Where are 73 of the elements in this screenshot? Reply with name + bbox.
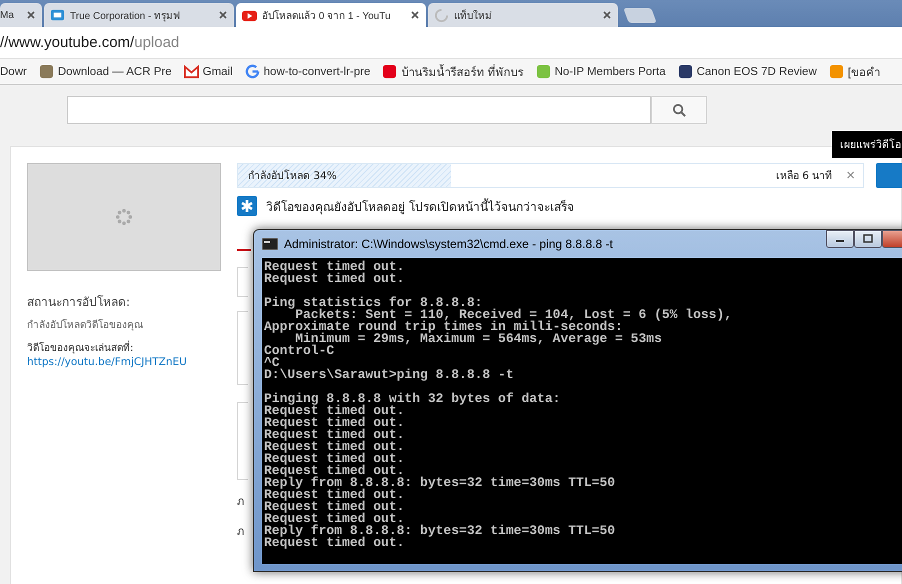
console-line: Request timed out. [264, 261, 406, 273]
console-line: ^C [264, 357, 280, 369]
console-line: Reply from 8.8.8.8: bytes=32 time=30ms TTL=50 [264, 477, 616, 489]
mail-icon [184, 64, 199, 79]
close-icon[interactable] [26, 10, 36, 20]
site-icon [382, 64, 398, 79]
address-field[interactable]: //www.youtube.com/upload [0, 34, 180, 51]
field-label: ภ [237, 494, 244, 510]
asterisk-icon [237, 196, 257, 216]
time-remaining: เหลือ 6 นาที [776, 169, 832, 184]
tooltip: เผยแพร่วิดีโอ [832, 131, 902, 158]
page-icon [50, 8, 65, 22]
browser-tab[interactable]: Ma [0, 3, 42, 27]
minimize-button[interactable] [826, 230, 854, 248]
maximize-button[interactable] [854, 230, 882, 248]
console-line: Request timed out. [264, 537, 406, 549]
video-link[interactable]: https://youtu.be/FmjCJHTZnEU [27, 356, 221, 368]
console-line: Request timed out. [264, 273, 406, 285]
console-line: Request timed out. [264, 453, 406, 465]
new-tab-button[interactable] [623, 8, 657, 23]
close-icon[interactable] [218, 10, 228, 20]
bookmark[interactable]: Canon EOS 7D Review [678, 64, 817, 79]
browser-tab[interactable]: True Corporation - ทรุมฟ [44, 3, 234, 27]
bookmark[interactable]: how-to-convert-lr-pre [244, 64, 370, 79]
letter-g-icon [244, 64, 260, 79]
close-icon[interactable] [602, 10, 612, 20]
bookmark[interactable]: Gmail [184, 64, 233, 79]
console-line: Request timed out. [264, 405, 406, 417]
site-icon [38, 64, 54, 79]
console-line: Request timed out. [264, 429, 406, 441]
bookmark[interactable]: No-IP Members Porta [536, 64, 666, 79]
close-icon[interactable] [410, 10, 420, 20]
notice-text: วิดีโอของคุณยังอัปโหลดอยู่ โปรดเปิดหน้านี้ไว้จนกว่าจะเสร็จ [266, 197, 574, 216]
status-text: กำลังอัปโหลดวิดีโอของคุณ [27, 318, 144, 332]
search-field[interactable] [67, 96, 651, 124]
search-button[interactable] [651, 96, 707, 124]
browser-tab[interactable]: แท็บใหม่ [428, 3, 618, 27]
tags-field[interactable] [237, 402, 248, 480]
console-line: Request timed out. [264, 417, 406, 429]
site-icon [678, 64, 693, 79]
console-line: Reply from 8.8.8.8: bytes=32 time=30ms TTL=50 [264, 525, 616, 537]
console-icon [262, 238, 278, 250]
field-label: ภ [237, 524, 244, 540]
console-line: Packets: Sent = 110, Received = 104, Lost = 6 (5% loss), [295, 309, 734, 321]
site-icon [536, 64, 551, 79]
console-line: D:\Users\Sarawut>ping 8.8.8.8 -t [264, 369, 515, 381]
window-title: Administrator: C:\Windows\system32\cmd.exe - ping 8.8.8.8 -t [284, 237, 613, 251]
progress-label: กำลังอัปโหลด 34% [248, 168, 337, 184]
live-label: วิดีโอของคุณจะเล่นสดที่: [27, 340, 221, 355]
bookmark[interactable]: Dowr [0, 66, 27, 78]
console-line: Approximate round trip times in milli-seconds: [264, 321, 624, 333]
bookmark[interactable]: บ้านริมน้ำรีสอร์ท ที่พักบร [382, 62, 524, 80]
console-line: Ping statistics for 8.8.8.8: [264, 297, 482, 309]
bookmark[interactable]: [ขอคำ [828, 62, 880, 80]
console-line: Control-C [264, 345, 336, 357]
bookmark[interactable]: Download — ACR Pre [38, 64, 172, 79]
loading-icon [434, 8, 449, 22]
status-heading: สถานะการอัปโหลด: [27, 294, 132, 311]
cancel-button[interactable]: × [842, 167, 859, 184]
description-field[interactable] [237, 311, 248, 385]
title-field[interactable] [237, 267, 248, 297]
console-line: Request timed out. [264, 441, 406, 453]
maximize-icon [862, 234, 874, 244]
loading-icon [115, 208, 133, 226]
site-icon [828, 64, 844, 79]
search-icon [672, 102, 686, 118]
console-line: Request timed out. [264, 513, 404, 525]
browser-tab[interactable]: อัปโหลดแล้ว 0 จาก 1 - YouTu [236, 3, 426, 27]
console-line: Pinging 8.8.8.8 with 32 bytes of data: [264, 393, 562, 405]
console-line: Request timed out. [264, 465, 404, 477]
console-line: Request timed out. [264, 501, 406, 513]
console-line: Request timed out. [264, 489, 406, 501]
console-line: Minimum = 29ms, Maximum = 564ms, Average = 53ms [295, 333, 663, 345]
